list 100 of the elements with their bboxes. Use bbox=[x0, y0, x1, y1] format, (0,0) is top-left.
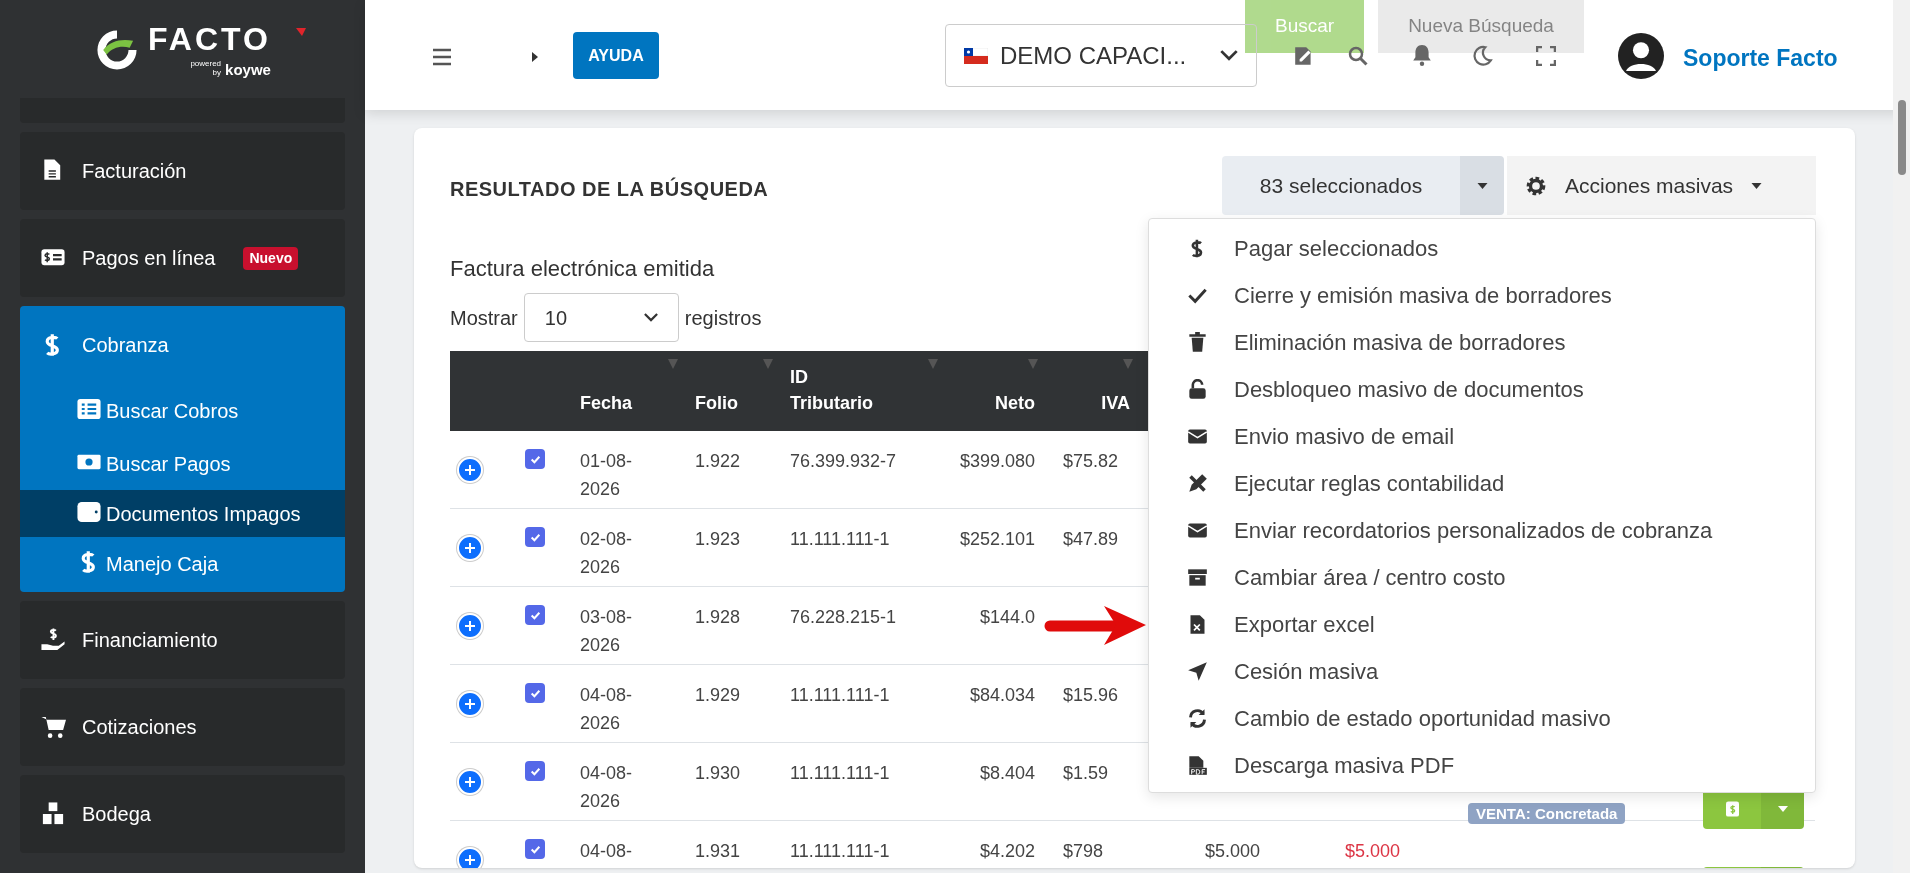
menu-item[interactable]: Desbloqueo masivo de documentos bbox=[1149, 366, 1815, 413]
table-cell: 04-08-2026 bbox=[580, 685, 633, 733]
checkmark-icon bbox=[529, 531, 541, 543]
company-select[interactable]: DEMO CAPACI... bbox=[945, 24, 1257, 87]
row-checkbox[interactable] bbox=[525, 761, 545, 781]
row-checkbox[interactable] bbox=[525, 527, 545, 547]
caret-right-icon[interactable] bbox=[530, 51, 540, 63]
bulk-actions-button[interactable]: Acciones masivas bbox=[1507, 156, 1816, 215]
column-header[interactable]: Fecha bbox=[580, 393, 633, 413]
table-cell: 04-08-2026 bbox=[580, 763, 633, 811]
user-name[interactable]: Soporte Facto bbox=[1683, 41, 1838, 76]
company-name: DEMO CAPACI... bbox=[1000, 40, 1188, 71]
table-cell: 01-08-2026 bbox=[580, 451, 633, 499]
list-icon bbox=[76, 396, 102, 422]
menu-item[interactable]: Exportar excel bbox=[1149, 601, 1815, 648]
menu-item[interactable]: Cambio de estado oportunidad masivo bbox=[1149, 695, 1815, 742]
table-cell: 11.111.111-1 bbox=[790, 529, 890, 549]
plus-icon bbox=[465, 465, 475, 475]
table-cell: 04-08- bbox=[580, 841, 633, 861]
expand-button[interactable] bbox=[457, 457, 483, 483]
table-cell: 11.111.111-1 bbox=[790, 685, 890, 705]
menu-item[interactable]: Ejecutar reglas contabilidad bbox=[1149, 460, 1815, 507]
table-cell: $15.96 bbox=[1063, 685, 1119, 705]
expand-button[interactable] bbox=[457, 769, 483, 795]
sidebar-item[interactable]: Bodega bbox=[20, 775, 345, 853]
flag-icon bbox=[964, 47, 988, 64]
table-cell: $399.080 bbox=[959, 451, 1035, 471]
menu-icon[interactable] bbox=[430, 47, 454, 67]
table-cell: 76.399.932-7 bbox=[790, 451, 897, 471]
boxes-icon bbox=[40, 801, 66, 827]
row-checkbox[interactable] bbox=[525, 839, 545, 859]
card-title: RESULTADO DE LA BÚSQUEDA bbox=[450, 176, 769, 202]
table-cell: $75.82 bbox=[1063, 451, 1119, 471]
table-cell: $5.000 bbox=[1204, 841, 1260, 861]
moon-icon[interactable] bbox=[1471, 45, 1493, 67]
sidebar-item[interactable]: Facturación bbox=[20, 132, 345, 210]
column-header[interactable]: Folio bbox=[695, 393, 738, 413]
table-cell: 1.931 bbox=[695, 841, 741, 861]
table-cell: 11.111.111-1 bbox=[790, 763, 890, 783]
page-size-select[interactable]: 10 bbox=[523, 293, 679, 342]
table-cell: $5.000 bbox=[1344, 841, 1400, 861]
expand-button[interactable] bbox=[457, 535, 483, 561]
status-badge: VENTA: Concretada bbox=[1468, 803, 1626, 824]
sidebar-item[interactable]: Pagos en línea Nuevo bbox=[20, 219, 345, 297]
dollar-document-icon bbox=[1725, 801, 1739, 817]
location-arrow-icon bbox=[1187, 661, 1208, 682]
table-cell: 11.111.111-1 bbox=[790, 841, 890, 861]
avatar-icon[interactable] bbox=[1618, 33, 1664, 79]
row-checkbox[interactable] bbox=[525, 605, 545, 625]
logo-brand: koywe bbox=[225, 62, 271, 77]
triangle-icon bbox=[296, 28, 306, 38]
pdf-file-icon bbox=[1187, 755, 1208, 776]
selection-button[interactable]: 83 seleccionados bbox=[1222, 156, 1460, 215]
expand-button[interactable] bbox=[457, 613, 483, 639]
table-row[interactable]: 04-08- 1.931 11.111.111-1 $4.202 $798 $5.000 $5.000 bbox=[450, 821, 1815, 868]
sidebar-label: Financiamiento bbox=[82, 628, 218, 653]
row-checkbox[interactable] bbox=[525, 449, 545, 469]
plus-icon bbox=[465, 777, 475, 787]
menu-item[interactable]: Descarga masiva PDF bbox=[1149, 742, 1815, 789]
sidebar-label: Cotizaciones bbox=[82, 715, 197, 740]
menu-item[interactable]: Eliminación masiva de borradores bbox=[1149, 319, 1815, 366]
caret-down-icon bbox=[1751, 182, 1763, 189]
show-label: Mostrar bbox=[450, 305, 518, 331]
plus-icon bbox=[465, 699, 475, 709]
checkmark-icon bbox=[529, 453, 541, 465]
sidebar-subitem[interactable]: Buscar Cobros bbox=[20, 384, 345, 437]
sidebar-item[interactable]: Financiamiento bbox=[20, 601, 345, 679]
hand-coin-icon bbox=[40, 627, 66, 653]
help-button[interactable]: AYUDA bbox=[573, 32, 659, 79]
sidebar-item[interactable]: Cotizaciones bbox=[20, 688, 345, 766]
checkmark-icon bbox=[529, 765, 541, 777]
table-cell: $1.59 bbox=[1063, 763, 1109, 783]
expand-button[interactable] bbox=[457, 847, 483, 868]
column-header[interactable]: IVA bbox=[1101, 393, 1130, 413]
table-cell: 03-08-2026 bbox=[580, 607, 633, 655]
menu-item[interactable]: Cierre y emisión masiva de borradores bbox=[1149, 272, 1815, 319]
logo-name: FACTO bbox=[148, 23, 271, 55]
column-header[interactable]: Neto bbox=[995, 393, 1035, 413]
bell-icon[interactable] bbox=[1411, 43, 1433, 67]
table-cell: $8.404 bbox=[979, 763, 1035, 783]
sidebar-label: Pagos en línea bbox=[82, 246, 216, 271]
sidebar-subitem[interactable]: Buscar Pagos bbox=[20, 437, 345, 490]
expand-button[interactable] bbox=[457, 691, 483, 717]
row-checkbox[interactable] bbox=[525, 683, 545, 703]
plus-icon bbox=[465, 621, 475, 631]
caret-down-icon bbox=[1777, 806, 1788, 812]
column-header[interactable]: ID Tributario bbox=[790, 364, 890, 416]
menu-item[interactable]: Enviar recordatorios personalizados de cobranza bbox=[1149, 507, 1815, 554]
sidebar-item[interactable]: Cobranza bbox=[20, 306, 345, 384]
table-cell: 1.929 bbox=[695, 685, 741, 705]
menu-item[interactable]: Pagar seleccionados bbox=[1149, 225, 1815, 272]
table-cell: $84.034 bbox=[969, 685, 1035, 705]
fullscreen-icon[interactable] bbox=[1536, 46, 1556, 66]
sidebar-subitem[interactable]: Manejo Caja bbox=[20, 537, 345, 592]
search-icon[interactable] bbox=[1348, 46, 1368, 66]
cart-icon bbox=[40, 714, 66, 740]
wallet-icon bbox=[76, 499, 102, 525]
trash-icon bbox=[1187, 332, 1208, 353]
table-cell: $798 bbox=[1063, 841, 1104, 861]
sidebar-subitem[interactable]: Documentos Impagos bbox=[20, 490, 345, 537]
